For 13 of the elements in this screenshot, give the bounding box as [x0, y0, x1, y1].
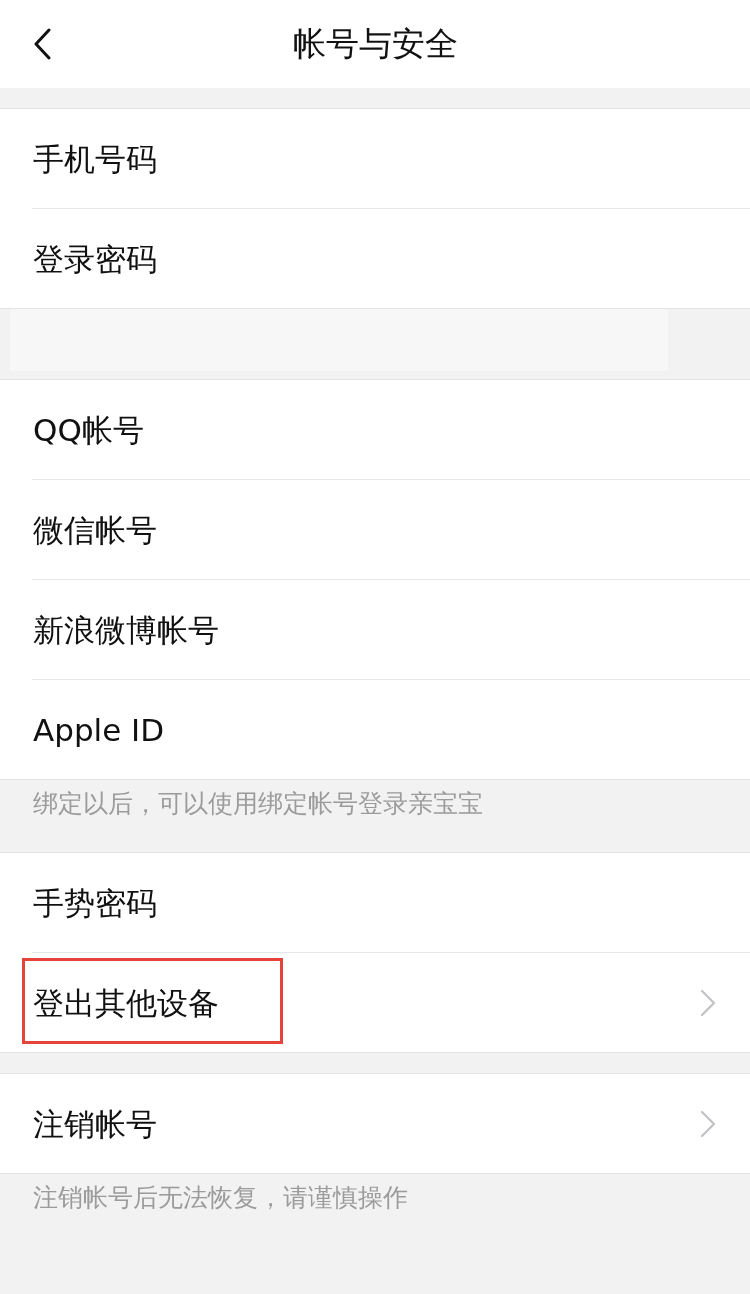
footer-note: 绑定以后，可以使用绑定帐号登录亲宝宝	[33, 788, 484, 820]
settings-row[interactable]: 手势密码	[0, 853, 750, 952]
footer-note: 注销帐号后无法恢复，请谨慎操作	[33, 1182, 409, 1214]
settings-row[interactable]: 登录密码	[0, 209, 750, 308]
settings-row[interactable]: 登出其他设备	[0, 953, 750, 1052]
settings-row[interactable]: 微信帐号	[0, 480, 750, 579]
settings-row[interactable]: Apple ID	[0, 680, 750, 779]
settings-row[interactable]: 新浪微博帐号	[0, 580, 750, 679]
settings-row[interactable]: 手机号码	[0, 109, 750, 208]
settings-row[interactable]: 注销帐号	[0, 1074, 750, 1173]
page-title: 帐号与安全	[292, 24, 458, 64]
settings-row[interactable]: QQ帐号	[0, 380, 750, 479]
back-icon	[33, 28, 51, 60]
